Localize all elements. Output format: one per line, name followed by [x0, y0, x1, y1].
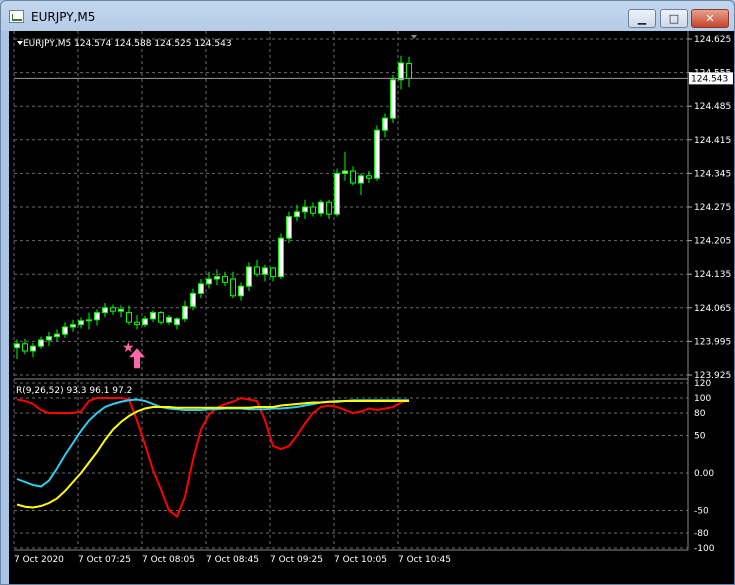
candle-body	[30, 345, 36, 352]
candle-body	[142, 318, 148, 326]
close-button[interactable]: ✕	[691, 9, 729, 28]
indicator-tick-label: -100	[694, 544, 715, 554]
indicator-line	[16, 396, 410, 519]
candle-body	[398, 62, 404, 81]
candle-body	[78, 320, 84, 326]
candle-body	[214, 276, 220, 280]
price-tick-label: 124.275	[694, 203, 731, 213]
time-tick-label: 7 Oct 10:05	[334, 555, 387, 565]
time-tick-label: 7 Oct 09:25	[270, 555, 323, 565]
time-tick-label: 7 Oct 2020	[14, 555, 64, 565]
title-bar[interactable]: EURJPY,M5 ▁ □ ✕	[1, 1, 734, 31]
candle-body	[238, 285, 244, 297]
candle-body	[166, 316, 172, 323]
candle-body	[158, 312, 164, 323]
price-tick-label: 123.995	[694, 337, 731, 347]
candle-body	[326, 201, 332, 215]
chart-grid	[13, 31, 688, 549]
candle-body	[94, 312, 100, 321]
candle-body	[390, 79, 396, 119]
candle-body	[342, 170, 348, 174]
candle-body	[318, 201, 324, 214]
symbol-ohlc-label: EURJPY,M5 124.574 124.588 124.525 124.54…	[23, 39, 232, 49]
candle-body	[270, 267, 276, 278]
candle-body	[406, 62, 412, 79]
window-title: EURJPY,M5	[31, 10, 96, 24]
indicator-line	[16, 400, 409, 509]
indicator-tick-label: -80	[694, 529, 709, 539]
candle-body	[70, 324, 76, 328]
candle-body	[334, 172, 340, 215]
terminal-window: EURJPY,M5 ▁ □ ✕ 124.625124.555124.485124…	[0, 0, 735, 585]
candle-body	[302, 206, 308, 213]
candle-body	[150, 312, 156, 320]
candle-body	[118, 308, 124, 312]
indicator-tick-label: 120	[694, 379, 711, 389]
candle-body	[374, 129, 380, 179]
close-icon: ✕	[705, 12, 715, 25]
price-tick-label: 124.625	[694, 35, 731, 45]
indicator-label: R(9,26,52) 93.3 96.1 97.2	[16, 386, 132, 396]
candle-body	[174, 318, 180, 326]
candle-body	[222, 276, 228, 283]
chart-shift-marker	[411, 35, 417, 39]
candle-body	[134, 321, 140, 326]
time-tick-label: 7 Oct 10:45	[398, 555, 451, 565]
candle-body	[110, 307, 116, 312]
price-tick-label: 124.135	[694, 270, 731, 280]
candle-body	[54, 333, 60, 338]
candle-body	[190, 292, 196, 307]
time-tick-label: 7 Oct 08:05	[142, 555, 195, 565]
candle-body	[46, 336, 52, 341]
indicator-tick-label: 50	[694, 432, 706, 442]
indicator-tick-label: 80	[694, 409, 706, 419]
candle-body	[382, 117, 388, 131]
indicator-lines	[16, 396, 410, 519]
candle-body	[62, 326, 68, 335]
candle-body	[38, 339, 44, 347]
candle-body	[230, 278, 236, 297]
maximize-button[interactable]: □	[660, 9, 688, 28]
price-tick-label: 124.485	[694, 102, 731, 112]
indicator-tick-label: 0.00	[694, 469, 714, 479]
minimize-icon: ▁	[637, 12, 647, 25]
candle-body	[254, 266, 260, 275]
chart-axes: 124.625124.555124.485124.415124.345124.2…	[14, 31, 733, 565]
candle-body	[262, 267, 268, 275]
candle-body	[126, 312, 132, 323]
candle-body	[350, 170, 356, 184]
current-price-label: 124.543	[691, 74, 728, 84]
candle-body	[310, 206, 316, 214]
candle-body	[366, 175, 372, 179]
candle-body	[86, 319, 92, 322]
price-tick-label: 124.345	[694, 169, 731, 179]
price-tick-label: 124.415	[694, 136, 731, 146]
chart-area[interactable]: 124.625124.555124.485124.415124.345124.2…	[9, 31, 734, 584]
price-chart[interactable]: 124.625124.555124.485124.415124.345124.2…	[9, 31, 734, 584]
price-tick-label: 124.065	[694, 304, 731, 314]
time-tick-label: 7 Oct 08:45	[206, 555, 259, 565]
candle-body	[206, 278, 212, 285]
time-tick-label: 7 Oct 07:25	[78, 555, 131, 565]
indicator-tick-label: -50	[694, 507, 709, 517]
candle-body	[358, 175, 364, 184]
candle-body	[182, 305, 188, 320]
price-tick-label: 124.205	[694, 237, 731, 247]
candle-body	[246, 266, 252, 287]
candle-body	[278, 237, 284, 278]
candle-body	[22, 343, 28, 352]
chart-app-icon	[9, 10, 24, 23]
maximize-icon: □	[668, 12, 680, 25]
minimize-button[interactable]: ▁	[628, 9, 656, 28]
candle-body	[14, 343, 20, 349]
candle-body	[294, 211, 300, 218]
candle-body	[198, 283, 204, 294]
candle-body	[286, 216, 292, 239]
indicator-tick-label: 100	[694, 394, 711, 404]
candle-body	[102, 307, 108, 314]
